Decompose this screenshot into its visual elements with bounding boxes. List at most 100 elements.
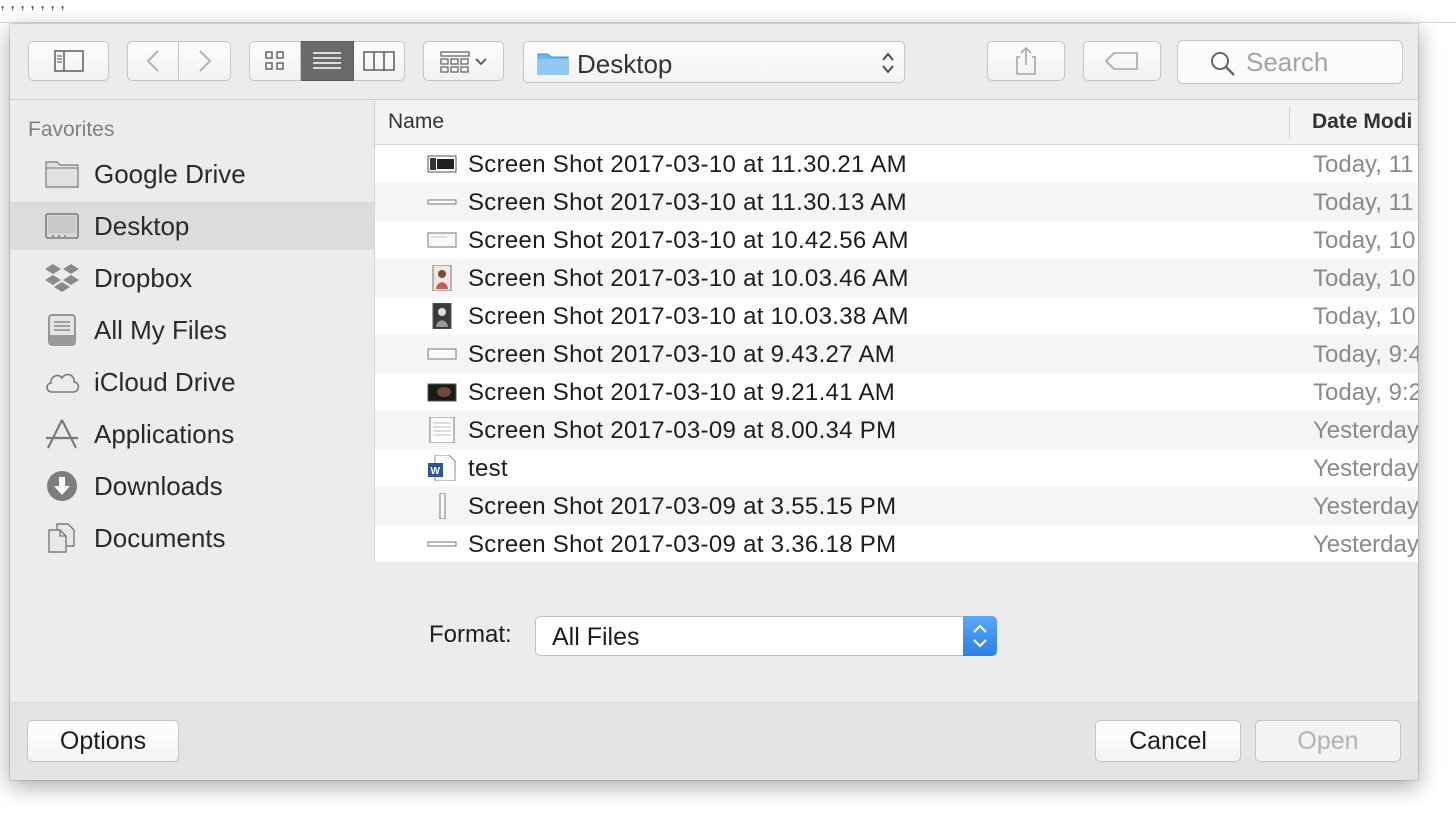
sidebar-item-label: Applications — [94, 419, 235, 449]
column-header-date[interactable]: Date Modi — [1312, 110, 1412, 134]
sidebar-item-downloads[interactable]: Downloads — [10, 462, 374, 510]
file-name: Screen Shot 2017-03-10 at 10.42.56 AM — [468, 227, 909, 254]
share-button[interactable] — [987, 41, 1065, 81]
file-list[interactable]: Name Date Modi Screen Shot 2017-03-10 at… — [375, 100, 1418, 562]
word-document-icon: W — [428, 455, 456, 481]
format-select[interactable]: All Files — [535, 616, 997, 656]
light-screenshot-thumbnail-icon — [427, 232, 457, 248]
tag-icon — [1105, 52, 1138, 70]
sidebar: Favorites Google Drive Desktop Dropbox A… — [10, 100, 375, 562]
column-view-button[interactable] — [354, 41, 405, 81]
path-popup[interactable]: Desktop — [523, 41, 905, 83]
file-row[interactable]: Screen Shot 2017-03-10 at 10.03.46 AM To… — [375, 259, 1418, 297]
format-value: All Files — [552, 623, 640, 651]
sidebar-item-label: Downloads — [94, 471, 223, 501]
file-row[interactable]: Screen Shot 2017-03-09 at 3.36.18 PM Yes… — [375, 525, 1418, 562]
file-name: Screen Shot 2017-03-09 at 3.55.15 PM — [468, 493, 897, 520]
file-date: Today, 10 — [1313, 303, 1416, 330]
list-icon — [313, 52, 341, 69]
options-button[interactable]: Options — [27, 720, 179, 762]
dropbox-icon — [45, 264, 79, 292]
file-row[interactable]: Screen Shot 2017-03-09 at 8.00.34 PM Yes… — [375, 411, 1418, 449]
format-select-stepper[interactable] — [963, 616, 997, 656]
sidebar-item-desktop[interactable]: Desktop — [10, 202, 374, 250]
file-date: Today, 9:2 — [1313, 379, 1418, 406]
desktop-icon — [45, 213, 79, 239]
file-name: Screen Shot 2017-03-10 at 11.30.13 AM — [468, 189, 907, 216]
path-label: Desktop — [577, 49, 673, 79]
button-bar: Options Cancel Open — [10, 702, 1418, 780]
open-button[interactable]: Open — [1255, 720, 1401, 762]
back-button[interactable] — [127, 41, 179, 81]
file-row[interactable]: Screen Shot 2017-03-10 at 9.43.27 AM Tod… — [375, 335, 1418, 373]
file-date: Today, 10 — [1313, 227, 1416, 254]
up-down-arrows-icon — [882, 52, 894, 74]
sidebar-item-label: Desktop — [94, 211, 190, 241]
file-name: Screen Shot 2017-03-10 at 11.30.21 AM — [468, 151, 907, 178]
tall-screenshot-thumbnail-icon — [439, 493, 446, 519]
sidebar-toggle-button[interactable] — [28, 41, 109, 81]
thin-screenshot-thumbnail-icon — [427, 199, 457, 205]
toolbar: Desktop — [10, 24, 1418, 100]
cancel-button[interactable]: Cancel — [1095, 720, 1241, 762]
column-header-name[interactable]: Name — [388, 110, 444, 134]
sidebar-item-label: Google Drive — [94, 159, 246, 189]
format-area: Format: All Files — [10, 563, 1418, 702]
file-date: Yesterday — [1313, 417, 1418, 444]
folder-icon — [537, 53, 569, 75]
file-date: Yesterday — [1313, 455, 1418, 482]
file-name: test — [468, 455, 508, 482]
grid-icon — [265, 51, 284, 70]
sidebar-icon — [53, 50, 84, 72]
file-name: Screen Shot 2017-03-09 at 8.00.34 PM — [468, 417, 897, 444]
file-name: Screen Shot 2017-03-10 at 9.43.27 AM — [468, 341, 896, 368]
file-name: Screen Shot 2017-03-10 at 9.21.41 AM — [468, 379, 896, 406]
file-name: Screen Shot 2017-03-10 at 10.03.46 AM — [468, 265, 909, 292]
light-screenshot-thumbnail-icon — [427, 348, 457, 360]
documents-icon — [48, 523, 75, 553]
columns-icon — [363, 51, 395, 71]
chevron-left-icon — [146, 50, 159, 72]
list-view-button[interactable] — [301, 41, 354, 81]
sidebar-item-google-drive[interactable]: Google Drive — [10, 150, 374, 198]
sidebar-item-icloud-drive[interactable]: iCloud Drive — [10, 358, 374, 406]
search-icon — [1211, 52, 1235, 76]
sidebar-item-label: Dropbox — [94, 263, 193, 293]
search-field[interactable] — [1177, 40, 1403, 84]
sidebar-item-label: iCloud Drive — [94, 367, 236, 397]
search-input[interactable] — [1246, 47, 1396, 77]
icon-view-button[interactable] — [249, 41, 301, 81]
column-separator[interactable] — [1289, 106, 1290, 138]
tag-button[interactable] — [1083, 41, 1161, 81]
up-down-arrows-icon — [973, 624, 987, 648]
forward-button[interactable] — [179, 41, 231, 81]
portrait-photo-thumbnail-icon — [432, 265, 452, 291]
file-row[interactable]: Screen Shot 2017-03-10 at 11.30.13 AM To… — [375, 183, 1418, 221]
share-icon — [1016, 46, 1036, 75]
arrange-icon — [439, 51, 487, 73]
sidebar-item-label: Documents — [94, 523, 226, 553]
file-row[interactable]: Screen Shot 2017-03-10 at 9.21.41 AM Tod… — [375, 373, 1418, 411]
group-by-button[interactable] — [423, 41, 504, 81]
file-rows: Screen Shot 2017-03-10 at 11.30.21 AM To… — [375, 145, 1418, 562]
file-row[interactable]: Screen Shot 2017-03-10 at 10.42.56 AM To… — [375, 221, 1418, 259]
background-app-strip: , , , , , , , — [0, 0, 1456, 23]
file-row[interactable]: Screen Shot 2017-03-10 at 11.30.21 AM To… — [375, 145, 1418, 183]
sidebar-item-dropbox[interactable]: Dropbox — [10, 254, 374, 302]
sidebar-item-all-my-files[interactable]: All My Files — [10, 306, 374, 354]
chevron-right-icon — [198, 50, 211, 72]
sidebar-item-documents[interactable]: Documents — [10, 514, 374, 562]
file-date: Yesterday — [1313, 493, 1418, 520]
portrait-dark-thumbnail-icon — [432, 303, 452, 329]
file-date: Today, 11 — [1313, 189, 1414, 216]
applications-icon — [46, 419, 78, 449]
dark-screenshot-thumbnail-icon — [427, 155, 457, 173]
file-row[interactable]: Screen Shot 2017-03-10 at 10.03.38 AM To… — [375, 297, 1418, 335]
sidebar-item-applications[interactable]: Applications — [10, 410, 374, 458]
file-name: Screen Shot 2017-03-10 at 10.03.38 AM — [468, 303, 909, 330]
file-row[interactable]: W test Yesterday — [375, 449, 1418, 487]
file-row[interactable]: Screen Shot 2017-03-09 at 3.55.15 PM Yes… — [375, 487, 1418, 525]
all-files-icon — [48, 314, 76, 346]
document-screenshot-thumbnail-icon — [429, 417, 455, 443]
cloud-icon — [46, 373, 80, 393]
